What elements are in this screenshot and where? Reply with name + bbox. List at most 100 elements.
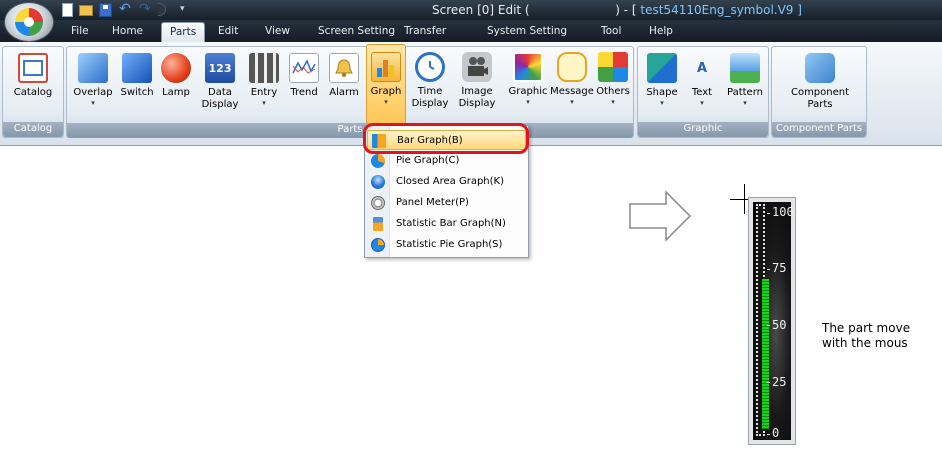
- component-puzzle-icon: [805, 53, 835, 83]
- data-display-icon: 123: [205, 53, 235, 83]
- group-label-catalog: Catalog: [3, 122, 63, 137]
- ribbon-group-component-parts: Component Parts Component Parts: [771, 46, 867, 138]
- image-display-label-2: Display: [458, 98, 496, 109]
- shape-icon: [647, 53, 677, 83]
- menu-item-label: Statistic Pie Graph(S): [396, 239, 503, 250]
- bar-graph-face: 100 75 50 25 0: [753, 202, 794, 440]
- quick-access-separator: [158, 3, 166, 16]
- entry-keypad-icon: [249, 53, 279, 83]
- pattern-dropdown-arrow: ▾: [743, 99, 747, 107]
- tab-transfer[interactable]: Transfer: [404, 25, 446, 37]
- switch-icon: [122, 53, 152, 83]
- group-label-component-parts: Component Parts: [772, 122, 866, 137]
- bar-graph-fill: [762, 278, 769, 429]
- graph-dropdown-arrow: ▾: [384, 98, 388, 106]
- save-icon[interactable]: [99, 3, 112, 17]
- title-bar: ↶ ↷ ▾ Screen [0] Edit ( ) - [ test54110E…: [0, 0, 942, 20]
- tab-screen-setting[interactable]: Screen Setting: [318, 25, 395, 37]
- graph-icon: [371, 52, 401, 82]
- graphic-dropdown-arrow: ▾: [526, 98, 530, 106]
- camera-icon: [462, 52, 492, 82]
- instruction-note: The part move with the mous: [822, 321, 910, 351]
- alarm-bell-icon: [329, 53, 359, 83]
- scale-tick: [767, 382, 770, 383]
- ribbon-group-catalog: Catalog Catalog: [2, 46, 64, 138]
- others-dropdown-arrow: ▾: [611, 98, 615, 106]
- text-abc-icon: A: [696, 60, 708, 76]
- others-label: Others: [596, 86, 630, 97]
- open-folder-icon[interactable]: [79, 5, 93, 16]
- panel-meter-icon: [371, 196, 385, 210]
- tab-system-setting[interactable]: System Setting: [487, 25, 567, 37]
- note-line-2: with the mous: [822, 336, 908, 350]
- undo-icon[interactable]: ↶: [118, 2, 132, 17]
- scale-label-0: 0: [772, 426, 780, 440]
- window-title-suffix: ) - [: [615, 3, 641, 17]
- pattern-label: Pattern: [727, 87, 763, 98]
- right-arrow-icon: [629, 190, 692, 242]
- scale-label-100: 100: [772, 205, 794, 219]
- ribbon-group-graphic: Shape ▾ A Text ▾ Pattern ▾ Graphic: [637, 46, 769, 138]
- menu-bar: File Home Parts Edit View Screen Setting…: [0, 20, 942, 42]
- clock-icon: [415, 52, 445, 82]
- scale-tick: [767, 434, 770, 435]
- tab-help[interactable]: Help: [649, 25, 673, 37]
- statistic-pie-graph-icon: [371, 238, 385, 252]
- scale-label-50: 50: [772, 318, 787, 332]
- group-label-parts: Parts: [67, 123, 633, 138]
- tab-tool[interactable]: Tool: [601, 25, 621, 37]
- pie-graph-icon: [371, 154, 385, 168]
- redo-icon[interactable]: ↷: [138, 2, 152, 17]
- tab-edit[interactable]: Edit: [218, 25, 238, 37]
- menu-item-label: Panel Meter(P): [396, 197, 469, 208]
- menu-item-statistic-bar-graph[interactable]: Statistic Bar Graph(N): [367, 214, 526, 234]
- note-line-1: The part move: [822, 321, 911, 335]
- group-label-graphic: Graphic: [638, 122, 768, 137]
- menu-item-label: Pie Graph(C): [396, 155, 460, 166]
- component-parts-label-1: Component: [790, 87, 850, 98]
- menu-item-pie-graph[interactable]: Pie Graph(C): [367, 151, 526, 171]
- menu-item-label: Closed Area Graph(K): [396, 176, 504, 187]
- others-grid-icon: [598, 52, 628, 82]
- tab-home[interactable]: Home: [112, 25, 143, 37]
- data-display-label-2: Display: [201, 99, 239, 110]
- catalog-icon: [18, 53, 48, 83]
- overlap-dropdown-arrow: ▾: [91, 99, 95, 107]
- menu-item-closed-area-graph[interactable]: Closed Area Graph(K): [367, 172, 526, 192]
- scale-tick: [767, 269, 770, 270]
- graphic-palette-icon: [513, 52, 543, 82]
- scale-label-75: 75: [772, 261, 787, 275]
- overlap-icon: [78, 53, 108, 83]
- new-file-icon[interactable]: [62, 3, 73, 17]
- application-menu-button[interactable]: [4, 2, 54, 42]
- shape-dropdown-arrow: ▾: [660, 99, 664, 107]
- tab-view[interactable]: View: [265, 25, 290, 37]
- tab-parts[interactable]: Parts: [161, 22, 206, 42]
- window-title: Screen [0] Edit ( ) - [ test54110Eng_sym…: [432, 3, 802, 17]
- catalog-label: Catalog: [13, 87, 53, 98]
- pattern-picture-icon: [730, 53, 760, 83]
- trend-chart-icon: [289, 53, 319, 83]
- entry-dropdown-arrow: ▾: [262, 99, 266, 107]
- scale-tick: [767, 325, 770, 326]
- image-display-label-1: Image: [461, 86, 493, 97]
- crosshair-cursor-vertical: [744, 184, 745, 214]
- customize-quick-access-icon[interactable]: ▾: [180, 4, 188, 18]
- app-logo-icon: [15, 8, 43, 36]
- scale-tick: [767, 213, 770, 214]
- lamp-icon: [161, 53, 191, 83]
- tab-file[interactable]: File: [71, 25, 89, 37]
- window-title-file: test54110Eng_symbol.V9 ]: [640, 3, 802, 17]
- menu-item-statistic-pie-graph[interactable]: Statistic Pie Graph(S): [367, 235, 526, 255]
- statistic-bar-graph-icon: [373, 217, 383, 231]
- menu-item-label: Statistic Bar Graph(N): [396, 218, 506, 229]
- message-bubble-icon: [557, 52, 587, 82]
- closed-area-graph-icon: [371, 175, 385, 189]
- bar-graph-track: [756, 204, 769, 436]
- scale-label-25: 25: [772, 375, 787, 389]
- bar-graph-callout-highlight: [363, 123, 529, 154]
- window-title-prefix: Screen [0] Edit (: [432, 3, 530, 17]
- menu-item-panel-meter[interactable]: Panel Meter(P): [367, 193, 526, 213]
- message-dropdown-arrow: ▾: [570, 98, 574, 106]
- bar-graph-part[interactable]: 100 75 50 25 0: [748, 197, 796, 445]
